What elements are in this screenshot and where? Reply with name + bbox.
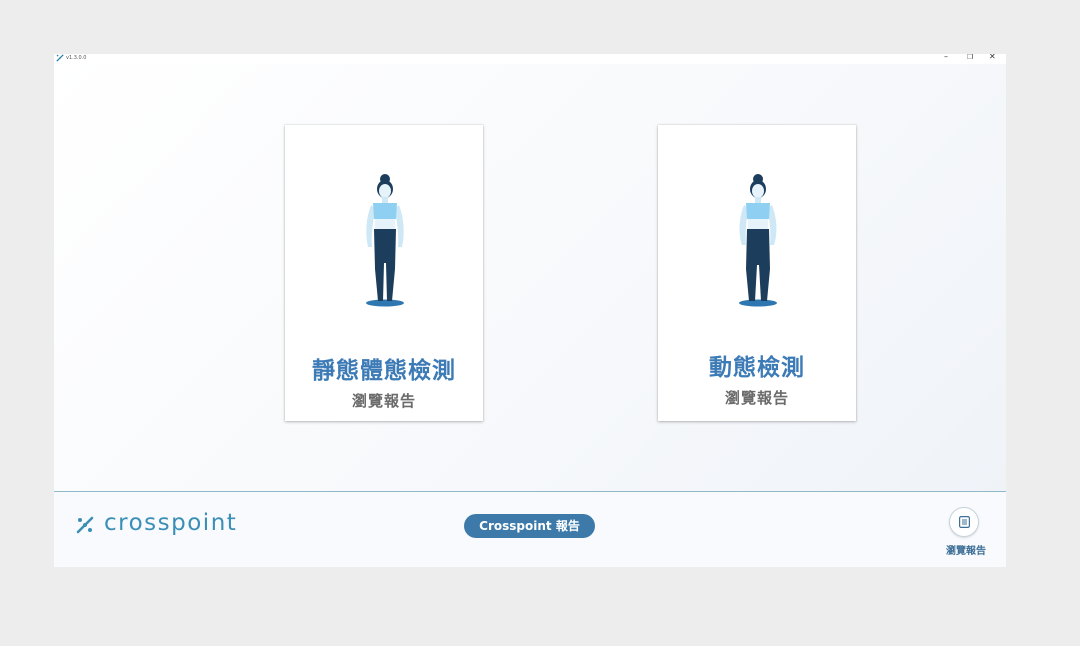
- browse-report-label[interactable]: 瀏覽報告: [940, 542, 992, 557]
- dynamic-test-title: 動態檢測: [709, 355, 805, 381]
- footer-bar: crosspoint Crosspoint 報告 瀏覽報告: [54, 491, 1006, 567]
- title-bar: v1.3.0.0 – ❐ ✕: [54, 54, 1006, 64]
- document-icon: [959, 516, 970, 528]
- maximize-button[interactable]: ❐: [967, 54, 973, 62]
- standing-figure-icon: [739, 174, 777, 307]
- static-posture-subtitle: 瀏覽報告: [351, 392, 416, 410]
- static-posture-card[interactable]: 靜態體態檢測 瀏覽報告: [285, 125, 483, 421]
- browse-report-button[interactable]: [949, 507, 979, 537]
- app-window: v1.3.0.0 – ❐ ✕ 靜態體態檢測 瀏覽報告 動態檢測 瀏覽報告 cro…: [54, 54, 1006, 567]
- minimize-button[interactable]: –: [944, 54, 948, 62]
- close-button[interactable]: ✕: [989, 54, 996, 62]
- app-logo-icon: [56, 54, 64, 62]
- dynamic-test-subtitle: 瀏覽報告: [724, 389, 789, 407]
- version-label: v1.3.0.0: [66, 55, 87, 61]
- crosspoint-logo-icon: [76, 516, 94, 534]
- dynamic-test-card[interactable]: 動態檢測 瀏覽報告: [658, 125, 856, 421]
- static-posture-title: 靜態體態檢測: [312, 358, 456, 384]
- crosspoint-report-button[interactable]: Crosspoint 報告: [464, 514, 595, 538]
- standing-figure-icon: [366, 174, 404, 307]
- brand-name: crosspoint: [104, 510, 238, 536]
